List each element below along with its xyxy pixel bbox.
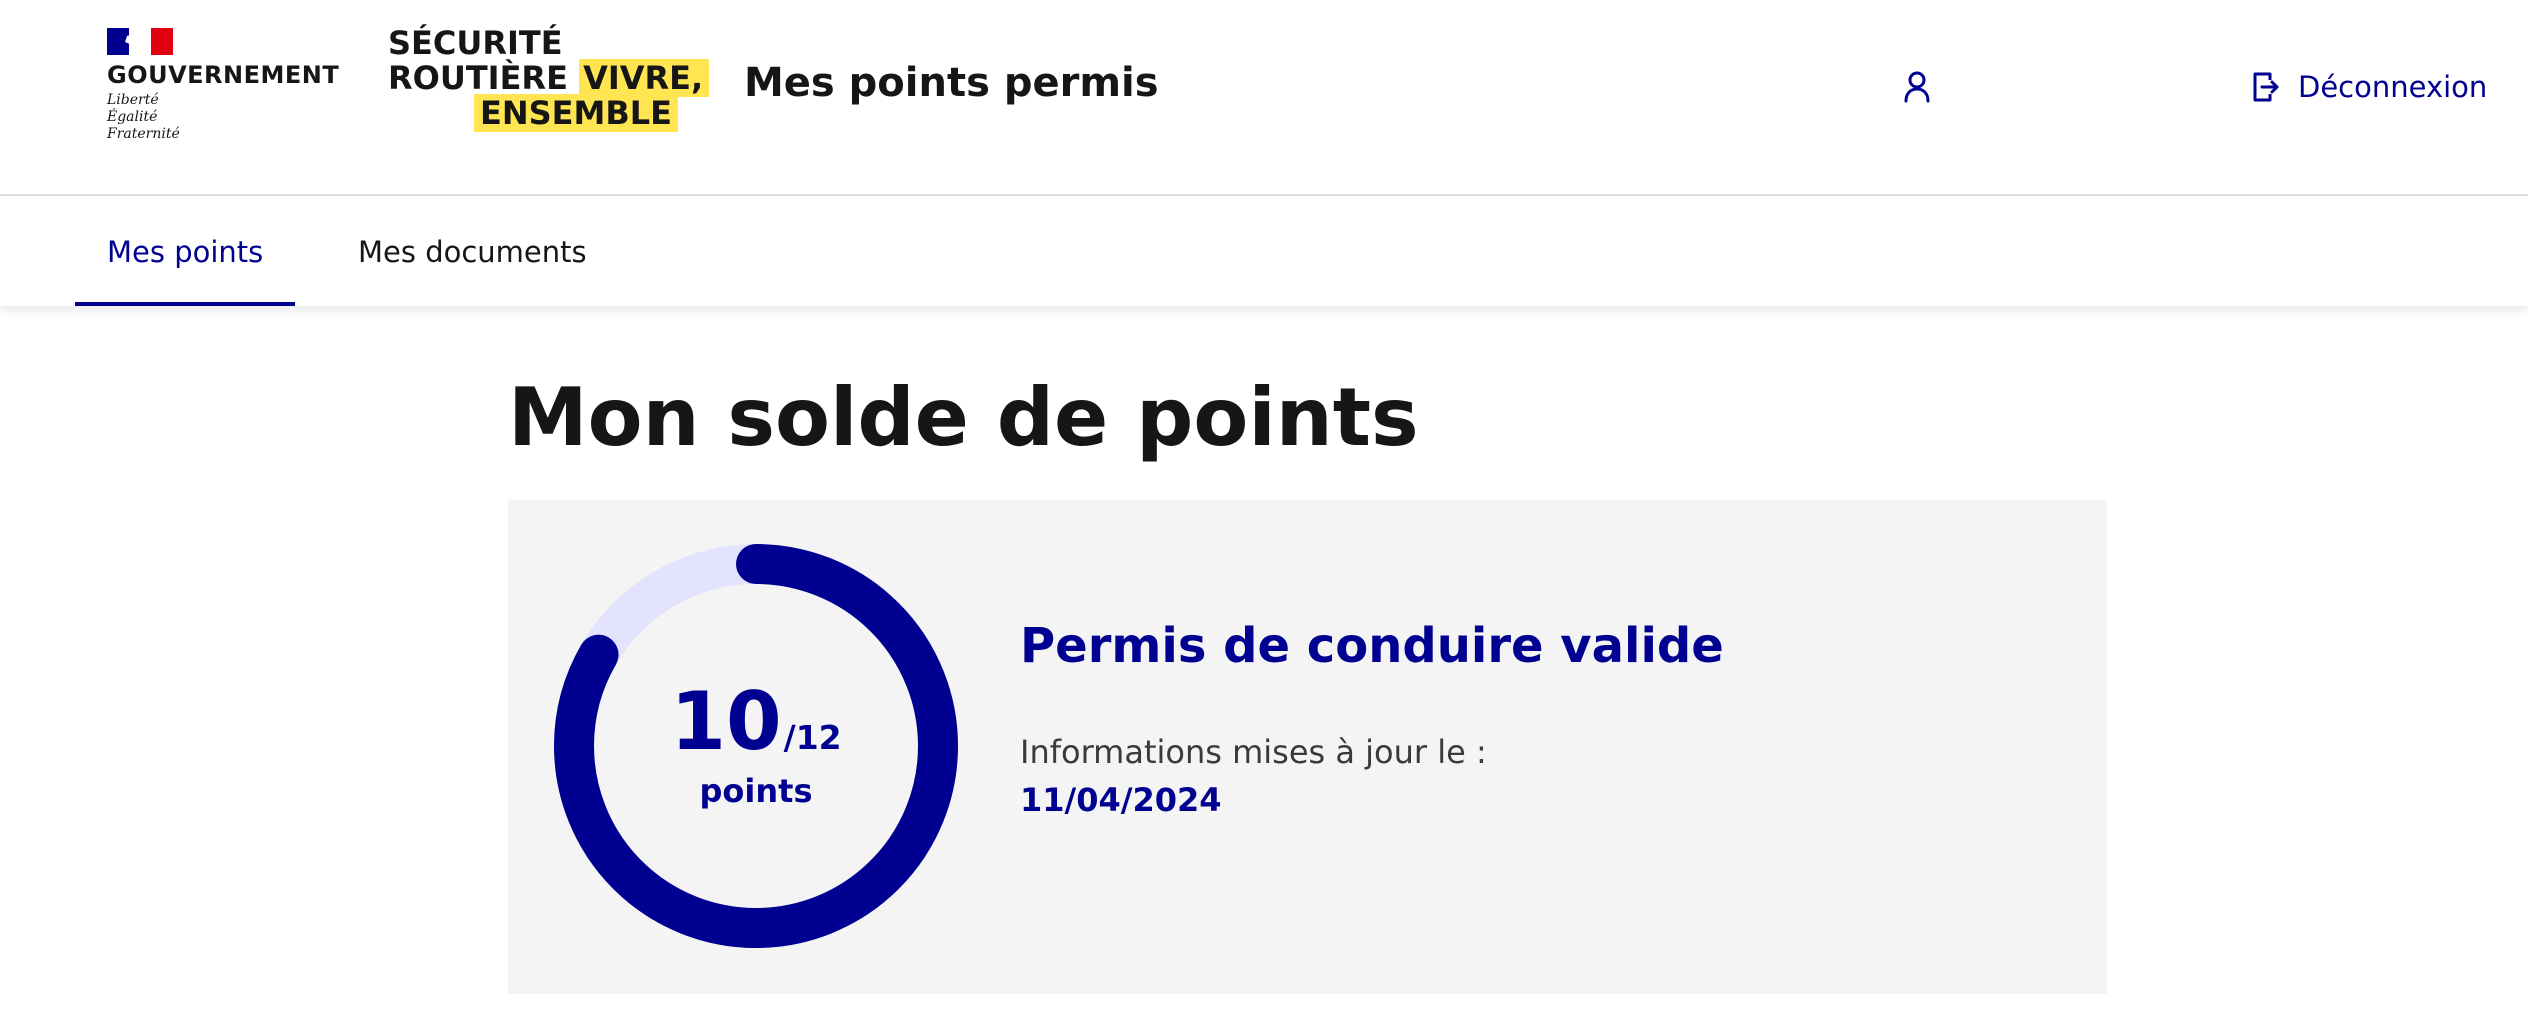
securite-routiere-logo[interactable]: SÉCURITÉ ROUTIÈRE VIVRE, ENSEMBLE [388, 24, 710, 132]
government-name: GOUVERNEMENT [107, 61, 340, 89]
update-label: Informations mises à jour le : [1020, 733, 1487, 771]
points-max: /12 [783, 718, 842, 757]
user-icon [1904, 71, 1930, 103]
brand-line-2-highlight: VIVRE, [579, 59, 710, 97]
brand-line-2-text: ROUTIÈRE [388, 59, 568, 97]
main-navigation: Mes points Mes documents [0, 198, 2528, 306]
license-status: Permis de conduire valide [1020, 618, 1724, 674]
logout-icon [2252, 71, 2280, 103]
points-unit: points [699, 772, 813, 810]
brand-line-3: ENSEMBLE [388, 94, 688, 132]
marianne-flag-icon [107, 28, 173, 55]
points-balance-card: 10 /12 points Permis de conduire valide … [508, 500, 2107, 994]
nav-tab-mes-documents[interactable]: Mes documents [326, 198, 619, 306]
republic-motto: Liberté Égalité Fraternité [107, 92, 180, 143]
account-button[interactable] [1897, 64, 1937, 110]
site-header: GOUVERNEMENT Liberté Égalité Fraternité … [0, 0, 2528, 196]
gauge-label: 10 /12 points [552, 542, 960, 950]
brand-line-1: SÉCURITÉ [388, 24, 563, 62]
points-value: 10 [670, 675, 782, 768]
points-value-line: 10 /12 [670, 682, 841, 762]
brand-line-3-highlight: ENSEMBLE [473, 94, 678, 132]
update-date: 11/04/2024 [1020, 781, 1222, 819]
service-title[interactable]: Mes points permis [744, 60, 1159, 106]
motto-egalite: Égalité [107, 109, 158, 125]
motto-liberte: Liberté [107, 92, 159, 108]
page-title: Mon solde de points [508, 371, 1419, 464]
logout-label: Déconnexion [2298, 70, 2488, 104]
logout-button[interactable]: Déconnexion [2252, 64, 2487, 110]
motto-fraternite: Fraternité [107, 126, 180, 142]
nav-tab-mes-points[interactable]: Mes points [75, 198, 296, 306]
brand-line-2: ROUTIÈRE VIVRE, [388, 59, 710, 97]
